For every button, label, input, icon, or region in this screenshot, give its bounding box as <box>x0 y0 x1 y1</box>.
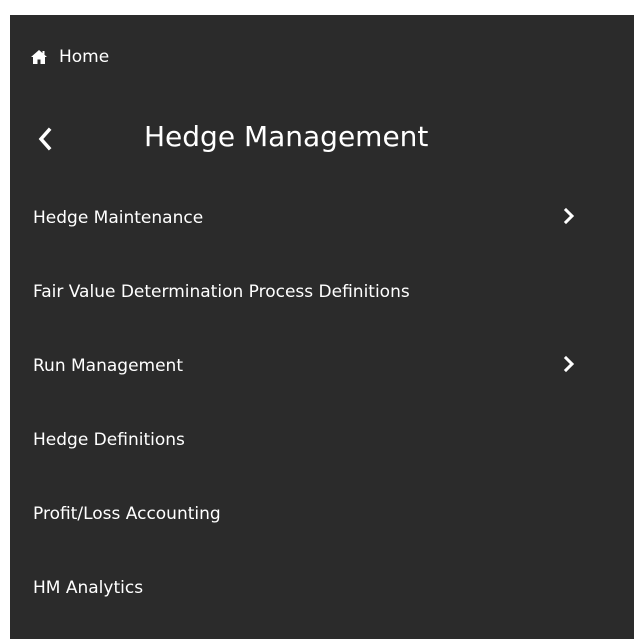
navigation-panel: Home Hedge Management Hedge Maintenance … <box>10 15 634 639</box>
home-link[interactable]: Home <box>10 37 109 77</box>
menu-item-label: HM Analytics <box>33 577 144 598</box>
menu-item-profit-loss-accounting[interactable]: Profit/Loss Accounting <box>10 483 634 557</box>
menu-list: Hedge Maintenance Fair Value Determinati… <box>10 187 634 631</box>
panel-header: Hedge Management <box>10 116 634 164</box>
menu-item-label: Profit/Loss Accounting <box>33 503 221 524</box>
menu-item-hedge-maintenance[interactable]: Hedge Maintenance <box>10 187 634 261</box>
page-title: Hedge Management <box>144 120 429 153</box>
home-icon <box>30 49 48 65</box>
menu-item-run-management[interactable]: Run Management <box>10 335 634 409</box>
home-label: Home <box>59 47 110 67</box>
chevron-left-icon[interactable] <box>37 126 53 152</box>
menu-item-hm-analytics[interactable]: HM Analytics <box>10 557 634 631</box>
menu-item-label: Run Management <box>33 355 183 376</box>
chevron-right-icon <box>563 207 575 225</box>
menu-item-fair-value-determination-process-definitions[interactable]: Fair Value Determination Process Definit… <box>10 261 634 335</box>
menu-item-label: Hedge Maintenance <box>33 207 204 228</box>
chevron-right-icon <box>563 355 575 373</box>
menu-item-label: Fair Value Determination Process Definit… <box>33 281 410 302</box>
menu-item-hedge-definitions[interactable]: Hedge Definitions <box>10 409 634 483</box>
menu-item-label: Hedge Definitions <box>33 429 185 450</box>
